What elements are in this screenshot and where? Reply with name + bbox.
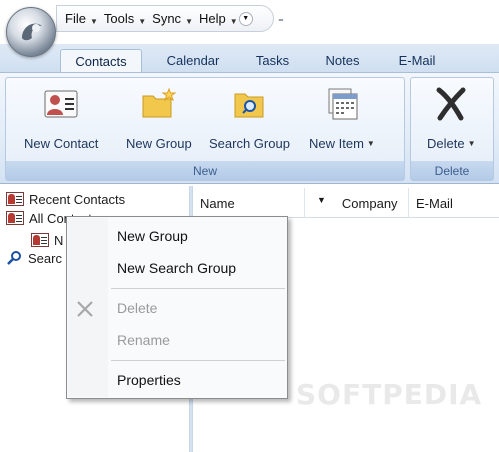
group-label-new: New <box>6 161 404 180</box>
sort-arrow-icon: ▼ <box>317 195 326 205</box>
search-group-button[interactable]: Search Group <box>209 86 290 156</box>
new-contact-button[interactable]: New Contact <box>24 86 98 156</box>
title-bar: File ▼ Tools ▼ Sync ▼ Help ▼ ▼ ₌ <box>0 0 499 44</box>
dropdown-arrow-icon: ▼ <box>138 17 147 26</box>
app-menu-orb-icon[interactable] <box>6 7 56 57</box>
tab-calendar[interactable]: Calendar <box>156 49 230 72</box>
context-item-new-search-group[interactable]: New Search Group <box>68 253 286 283</box>
menu-file[interactable]: File ▼ <box>65 11 98 26</box>
ribbon-group-delete: Delete ▼ Delete <box>410 77 494 181</box>
context-menu-separator <box>111 288 285 289</box>
new-item-button[interactable]: New Item ▼ <box>309 86 375 156</box>
context-item-delete[interactable]: Delete <box>68 293 286 323</box>
recent-contacts-icon <box>6 192 24 206</box>
group-contacts-icon <box>31 233 49 247</box>
help-dropdown-circle-icon[interactable]: ▼ <box>238 11 253 26</box>
tab-notes[interactable]: Notes <box>315 49 370 72</box>
softpedia-watermark: SOFTPEDIA <box>296 378 483 411</box>
dropdown-arrow-icon: ▼ <box>229 17 238 26</box>
dropdown-arrow-icon: ▼ <box>366 139 375 148</box>
dropdown-arrow-icon: ▼ <box>467 139 476 148</box>
column-header-email[interactable]: E-Mail <box>409 188 499 218</box>
contact-card-icon <box>43 86 79 122</box>
quick-access-menu: File ▼ Tools ▼ Sync ▼ Help ▼ ▼ <box>56 5 274 32</box>
context-item-properties[interactable]: Properties <box>68 365 286 395</box>
customize-toolbar-icon[interactable]: ₌ <box>278 12 284 25</box>
column-header-name[interactable]: Name <box>193 188 305 218</box>
nav-item-search[interactable]: Searc <box>6 249 62 267</box>
ribbon-group-new: New Contact New Group Search Group New I… <box>5 77 405 181</box>
tab-contacts[interactable]: Contacts <box>60 49 142 72</box>
search-folder-icon <box>231 86 267 122</box>
ribbon-tab-strip: Contacts Calendar Tasks Notes E-Mail <box>0 44 499 72</box>
tab-email[interactable]: E-Mail <box>388 49 446 72</box>
delete-x-icon <box>76 300 94 318</box>
context-item-new-group[interactable]: New Group <box>68 221 286 251</box>
new-folder-icon <box>141 86 177 122</box>
menu-tools[interactable]: Tools ▼ <box>104 11 146 26</box>
all-contacts-icon <box>6 211 24 225</box>
nav-item-recent-contacts[interactable]: Recent Contacts <box>6 190 125 208</box>
calendar-icon <box>324 86 360 122</box>
context-menu-separator <box>111 360 285 361</box>
context-menu: New Group New Search Group Delete Rename… <box>66 216 288 399</box>
delete-x-icon <box>433 86 469 122</box>
ribbon: New Contact New Group Search Group New I… <box>0 72 499 184</box>
menu-sync[interactable]: Sync ▼ <box>152 11 193 26</box>
magnifier-icon <box>6 250 22 266</box>
nav-item-group[interactable]: N <box>31 231 63 249</box>
new-group-button[interactable]: New Group <box>126 86 192 156</box>
delete-button[interactable]: Delete ▼ <box>427 86 476 156</box>
context-item-rename[interactable]: Rename <box>68 325 286 355</box>
tab-tasks[interactable]: Tasks <box>245 49 300 72</box>
contact-list-header: Name ▼ Company E-Mail <box>193 188 499 218</box>
dropdown-arrow-icon: ▼ <box>185 17 193 26</box>
dropdown-arrow-icon: ▼ <box>89 17 98 26</box>
group-label-delete: Delete <box>411 161 493 180</box>
column-header-company[interactable]: ▼ Company <box>305 188 409 218</box>
menu-help[interactable]: Help ▼ ▼ <box>199 11 253 26</box>
